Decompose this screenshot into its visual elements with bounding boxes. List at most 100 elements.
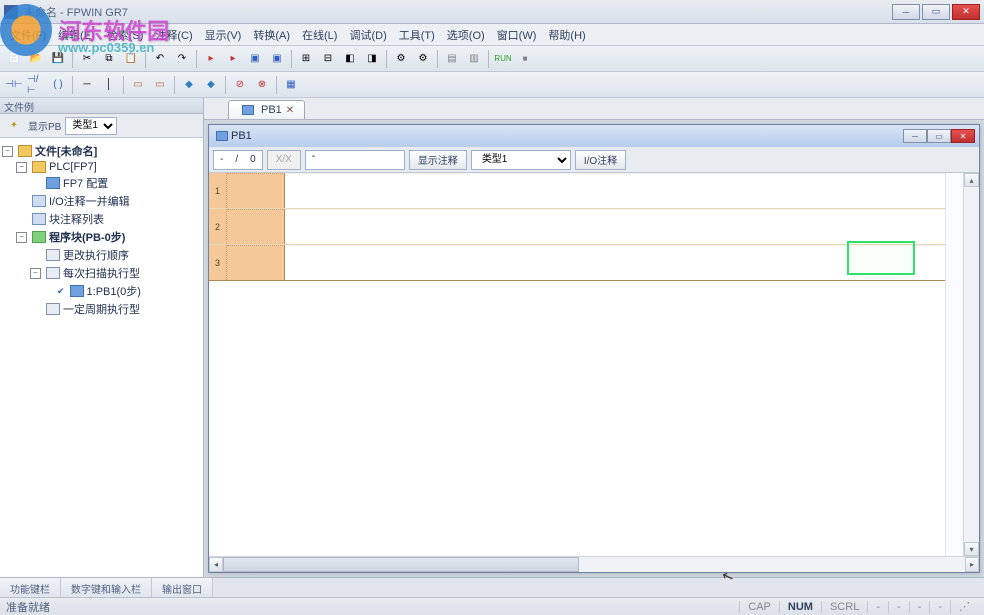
menu-help[interactable]: 帮助(H) bbox=[542, 24, 591, 46]
tree-exec[interactable]: 更改执行顺序 bbox=[2, 246, 201, 264]
app-icon bbox=[4, 5, 18, 19]
maximize-button[interactable]: ▭ bbox=[922, 4, 950, 20]
tool-e-icon[interactable]: ⊞ bbox=[296, 49, 316, 69]
ladder-p1-icon[interactable]: ▭ bbox=[128, 75, 148, 95]
collapse-icon[interactable]: − bbox=[16, 232, 27, 243]
open-icon[interactable]: 📂 bbox=[26, 49, 46, 69]
tool-n-icon[interactable]: ■ bbox=[515, 49, 535, 69]
tool-g-icon[interactable]: ◧ bbox=[340, 49, 360, 69]
sub-icon bbox=[216, 131, 228, 141]
close-button[interactable]: ✕ bbox=[952, 4, 980, 20]
tool-j-icon[interactable]: ⚙ bbox=[413, 49, 433, 69]
paste-icon[interactable]: 📋 bbox=[121, 49, 141, 69]
menu-view[interactable]: 显示(V) bbox=[199, 24, 248, 46]
save-icon[interactable]: 💾 bbox=[48, 49, 68, 69]
menu-convert[interactable]: 转换(A) bbox=[247, 24, 296, 46]
row-cell[interactable] bbox=[227, 209, 285, 244]
pb-icon bbox=[70, 285, 84, 297]
row-cell[interactable] bbox=[227, 173, 285, 208]
tree-block[interactable]: 块注释列表 bbox=[2, 210, 201, 228]
tab-pb1[interactable]: PB1 ✕ bbox=[228, 100, 305, 119]
ladder-row[interactable]: 3 bbox=[209, 245, 945, 281]
ladder-vline-icon[interactable]: │ bbox=[99, 75, 119, 95]
menu-debug[interactable]: 调试(D) bbox=[343, 24, 392, 46]
tree-io[interactable]: I/O注释一并编辑 bbox=[2, 192, 201, 210]
tool-l-icon[interactable]: ▥ bbox=[464, 49, 484, 69]
panel-tool-icon[interactable]: ✦ bbox=[4, 116, 24, 136]
row-cell[interactable] bbox=[227, 245, 285, 280]
redo-icon[interactable]: ↷ bbox=[172, 49, 192, 69]
copy-icon[interactable]: ⧉ bbox=[99, 49, 119, 69]
ladder-no-icon[interactable]: ⊣⊢ bbox=[4, 75, 24, 95]
menu-option[interactable]: 选项(O) bbox=[441, 24, 491, 46]
scroll-down-icon[interactable]: ▾ bbox=[964, 542, 979, 556]
type-dropdown[interactable]: 类型1 bbox=[471, 150, 571, 170]
collapse-icon[interactable]: − bbox=[30, 268, 41, 279]
tool-a-icon[interactable]: ▸ bbox=[201, 49, 221, 69]
ladder-p3-icon[interactable]: ◆ bbox=[179, 75, 199, 95]
sub-maximize-button[interactable]: ▭ bbox=[927, 129, 951, 143]
tool-k-icon[interactable]: ▤ bbox=[442, 49, 462, 69]
scroll-thumb[interactable] bbox=[223, 557, 579, 572]
cut-icon[interactable]: ✂ bbox=[77, 49, 97, 69]
minimize-button[interactable]: ─ bbox=[892, 4, 920, 20]
vertical-scrollbar[interactable]: ▴ ▾ bbox=[963, 173, 979, 556]
tree-period[interactable]: 一定周期执行型 bbox=[2, 300, 201, 318]
tab-function-keys[interactable]: 功能键栏 bbox=[0, 578, 61, 597]
ladder-row[interactable]: 1 bbox=[209, 173, 945, 209]
menu-window[interactable]: 窗口(W) bbox=[491, 24, 543, 46]
collapse-icon[interactable]: − bbox=[2, 146, 13, 157]
collapse-icon[interactable]: − bbox=[16, 162, 27, 173]
ladder-hline-icon[interactable]: ─ bbox=[77, 75, 97, 95]
tab-output-window[interactable]: 输出窗口 bbox=[152, 578, 213, 597]
tool-i-icon[interactable]: ⚙ bbox=[391, 49, 411, 69]
tool-h-icon[interactable]: ◨ bbox=[362, 49, 382, 69]
scroll-left-icon[interactable]: ◂ bbox=[209, 557, 223, 572]
tool-f-icon[interactable]: ⊟ bbox=[318, 49, 338, 69]
sub-minimize-button[interactable]: ─ bbox=[903, 129, 927, 143]
tree-prog[interactable]: − 程序块(PB-0步) bbox=[2, 228, 201, 246]
menu-tool[interactable]: 工具(T) bbox=[393, 24, 441, 46]
sub-close-button[interactable]: ✕ bbox=[951, 129, 975, 143]
scroll-track[interactable] bbox=[223, 557, 965, 572]
horizontal-scrollbar[interactable]: ◂ ▸ bbox=[209, 556, 979, 572]
menu-file[interactable]: 文件(F) bbox=[4, 24, 52, 46]
menu-search[interactable]: 检索(S) bbox=[101, 24, 150, 46]
ladder-nc-icon[interactable]: ⊣/⊢ bbox=[26, 75, 46, 95]
io-comment-button[interactable]: I/O注释 bbox=[575, 150, 626, 170]
tab-numeric-input[interactable]: 数字键和输入栏 bbox=[61, 578, 152, 597]
ladder-p5-icon[interactable]: ⊘ bbox=[230, 75, 250, 95]
scroll-right-icon[interactable]: ▸ bbox=[965, 557, 979, 572]
tree-root[interactable]: − 文件[未命名] bbox=[2, 142, 201, 160]
ladder-p7-icon[interactable]: ▦ bbox=[281, 75, 301, 95]
show-comment-button[interactable]: 显示注释 bbox=[409, 150, 467, 170]
scroll-up-icon[interactable]: ▴ bbox=[964, 173, 979, 187]
tool-b-icon[interactable]: ▸ bbox=[223, 49, 243, 69]
project-tree: − 文件[未命名] − PLC[FP7] FP7 配置 I/O注释一并编辑 bbox=[0, 138, 203, 577]
type-select[interactable]: 类型1 bbox=[65, 117, 117, 135]
scroll-track[interactable] bbox=[964, 187, 979, 542]
menu-online[interactable]: 在线(L) bbox=[296, 24, 343, 46]
ladder-p6-icon[interactable]: ⊗ bbox=[252, 75, 272, 95]
undo-icon[interactable]: ↶ bbox=[150, 49, 170, 69]
tab-close-icon[interactable]: ✕ bbox=[286, 105, 294, 116]
ladder-canvas[interactable]: 1 2 3 bbox=[209, 173, 945, 556]
title-bar: 未命名 - FPWIN GR7 ─ ▭ ✕ bbox=[0, 0, 984, 24]
tool-c-icon[interactable]: ▣ bbox=[245, 49, 265, 69]
ladder-coil-icon[interactable]: ( ) bbox=[48, 75, 68, 95]
new-icon[interactable]: 📄 bbox=[4, 49, 24, 69]
folder-icon bbox=[18, 145, 32, 157]
spacer-dropdown[interactable]: - bbox=[305, 150, 405, 170]
tree-fp7[interactable]: FP7 配置 bbox=[2, 174, 201, 192]
ladder-p2-icon[interactable]: ▭ bbox=[150, 75, 170, 95]
tree-plc[interactable]: − PLC[FP7] bbox=[2, 160, 201, 174]
tree-pb1[interactable]: ✔ 1:PB1(0步) bbox=[2, 282, 201, 300]
menu-comment[interactable]: 注释(C) bbox=[149, 24, 198, 46]
tool-d-icon[interactable]: ▣ bbox=[267, 49, 287, 69]
ladder-row[interactable]: 2 bbox=[209, 209, 945, 245]
menu-edit[interactable]: 编辑(E) bbox=[52, 24, 101, 46]
tool-m-icon[interactable]: RUN bbox=[493, 49, 513, 69]
tree-scan[interactable]: − 每次扫描执行型 bbox=[2, 264, 201, 282]
ladder-p4-icon[interactable]: ◆ bbox=[201, 75, 221, 95]
fraction-button[interactable]: X/X bbox=[267, 150, 301, 170]
